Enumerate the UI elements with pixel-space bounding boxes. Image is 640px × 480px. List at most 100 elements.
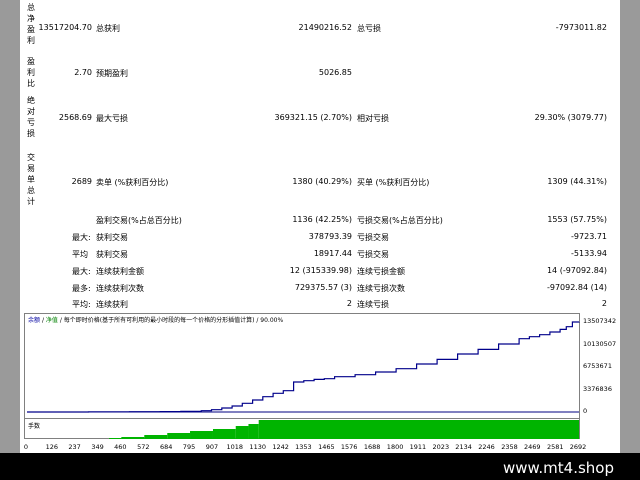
largest-prefix: 最大: xyxy=(72,233,91,242)
expected-payoff-label: 预期盈利 xyxy=(96,69,128,78)
x-tick-label: 0 xyxy=(23,443,29,451)
net-profit-label: 总净盈利 xyxy=(27,3,35,45)
gross-profit-value: 21490216.52 xyxy=(298,23,352,32)
left-border xyxy=(0,0,20,480)
relative-drawdown-value: 29.30% (3079.77) xyxy=(534,113,607,122)
relative-drawdown-label: 相对亏损 xyxy=(357,114,389,123)
volume-bar xyxy=(235,426,249,439)
y-tick-label: 13507342 xyxy=(583,317,617,325)
volume-bar xyxy=(258,420,579,439)
x-tick-label: 1800 xyxy=(386,443,404,451)
avg-consec-wins-value: 2 xyxy=(346,299,352,308)
maximal-consec-loss-label: 连续亏损次数 xyxy=(357,284,405,293)
largest-profit-value: 378793.39 xyxy=(308,232,352,241)
brand-watermark: www.mt4.shop xyxy=(502,459,614,477)
balance-series-line xyxy=(27,321,580,413)
volume-bar xyxy=(248,424,259,439)
x-tick-label: 795 xyxy=(182,443,196,451)
max-prefix: 最大: xyxy=(72,267,91,276)
volume-bar xyxy=(167,433,191,439)
maximal-drawdown-value: 369321.15 (2.70%) xyxy=(274,113,352,122)
x-tick-label: 572 xyxy=(137,443,150,451)
profit-trades-value: 1136 (42.25%) xyxy=(292,215,352,224)
y-tick-label: 6753671 xyxy=(583,362,612,370)
maximal-consec-loss-value: -97092.84 (14) xyxy=(546,283,607,292)
x-tick-label: 460 xyxy=(114,443,127,451)
x-tick-label: 2134 xyxy=(455,443,472,451)
balance-chart: 余额 / 净值 / 每个即时价格(基于所有可利用的最小时段的每一个价格的分形插值… xyxy=(24,313,580,419)
y-tick-label: 3376836 xyxy=(583,384,612,393)
x-tick-label: 2692 xyxy=(569,443,587,451)
footer-bar: www.mt4.shop xyxy=(0,453,640,480)
x-tick-label: 1130 xyxy=(249,443,266,451)
x-tick-label: 2581 xyxy=(546,443,564,451)
y-tick-label: 0 xyxy=(583,407,588,415)
maximal-prefix: 最多: xyxy=(72,284,91,293)
gross-profit-label: 总获利 xyxy=(96,24,120,33)
volume-bar xyxy=(212,429,236,439)
largest-loss-label: 亏损交易 xyxy=(357,233,389,242)
average-loss-value: -5133.94 xyxy=(571,249,607,258)
y-tick-label: 10130507 xyxy=(583,339,617,348)
maximal-drawdown-label: 最大亏损 xyxy=(96,114,128,123)
total-trades-label: 交易单总计 xyxy=(27,153,35,206)
x-tick-label: 126 xyxy=(45,443,59,451)
absolute-drawdown-value: 2568.69 xyxy=(58,113,92,122)
avg-consec-wins-label: 连续获利 xyxy=(96,300,128,309)
volume-chart: 手数 xyxy=(24,419,580,439)
profit-trades-label: 盈利交易(%占总百分比) xyxy=(96,216,182,225)
average-loss-label: 亏损交易 xyxy=(357,250,389,259)
gross-loss-label: 总亏损 xyxy=(357,24,381,33)
x-tick-label: 1018 xyxy=(226,443,244,451)
average-profit-label: 获利交易 xyxy=(96,250,128,259)
x-tick-label: 1688 xyxy=(363,443,381,451)
gross-loss-value: -7973011.82 xyxy=(555,23,607,32)
long-positions-value: 1309 (44.31%) xyxy=(547,177,607,186)
avg-consec-losses-label: 连续亏损 xyxy=(357,300,389,309)
max-consec-losses-label: 连续亏损金额 xyxy=(357,267,405,276)
x-tick-label: 2469 xyxy=(523,443,541,451)
avg-consec-losses-value: 2 xyxy=(601,299,607,308)
right-border xyxy=(620,0,640,480)
largest-loss-value: -9723.71 xyxy=(571,232,607,241)
total-trades-value: 2689 xyxy=(71,177,92,186)
long-positions-label: 买单 (%获利百分比) xyxy=(357,178,430,187)
x-tick-label: 1465 xyxy=(318,443,335,451)
x-tick-label: 349 xyxy=(91,443,104,451)
report-frame: 总净盈利 13517204.70 总获利 21490216.52 总亏损 -79… xyxy=(0,0,640,480)
x-tick-label: 1911 xyxy=(409,443,427,451)
x-tick-label: 2246 xyxy=(478,443,495,451)
absolute-drawdown-label: 绝对亏损 xyxy=(27,96,35,138)
volume-bar xyxy=(109,438,122,439)
net-profit-value: 13517204.70 xyxy=(38,23,92,32)
avg-prefix: 平均: xyxy=(72,300,91,309)
max-consec-wins-label: 连续获利金额 xyxy=(96,267,144,276)
expected-payoff-value: 5026.85 xyxy=(318,68,352,77)
x-tick-label: 2023 xyxy=(432,443,450,451)
x-tick-label: 684 xyxy=(160,443,173,451)
x-tick-label: 1576 xyxy=(340,443,358,451)
loss-trades-label: 亏损交易(%占总百分比) xyxy=(357,216,443,225)
max-consec-wins-value: 12 (315339.98) xyxy=(289,266,352,275)
loss-trades-value: 1553 (57.75%) xyxy=(547,215,607,224)
maximal-consec-profit-value: 729375.57 (3) xyxy=(294,283,352,292)
x-tick-label: 2358 xyxy=(501,443,518,451)
volume-bar xyxy=(144,435,168,439)
balance-chart-svg xyxy=(27,321,580,413)
x-tick-label: 907 xyxy=(205,443,219,451)
average-prefix: 平均 xyxy=(72,250,88,259)
profit-factor-label: 盈利比 xyxy=(27,57,35,88)
short-positions-value: 1380 (40.29%) xyxy=(292,177,352,186)
largest-profit-label: 获利交易 xyxy=(96,233,128,242)
maximal-consec-profit-label: 连续获利次数 xyxy=(96,284,144,293)
short-positions-label: 卖单 (%获利百分比) xyxy=(96,178,169,187)
profit-factor-value: 2.70 xyxy=(74,68,92,77)
max-consec-losses-value: 14 (-97092.84) xyxy=(546,266,607,275)
volume-chart-svg xyxy=(109,420,579,439)
x-tick-label: 237 xyxy=(68,443,81,451)
x-tick-label: 1353 xyxy=(295,443,312,451)
volume-bar xyxy=(121,437,145,439)
average-profit-value: 18917.44 xyxy=(313,249,352,258)
volume-bar xyxy=(190,431,213,439)
x-tick-label: 1242 xyxy=(272,443,289,451)
